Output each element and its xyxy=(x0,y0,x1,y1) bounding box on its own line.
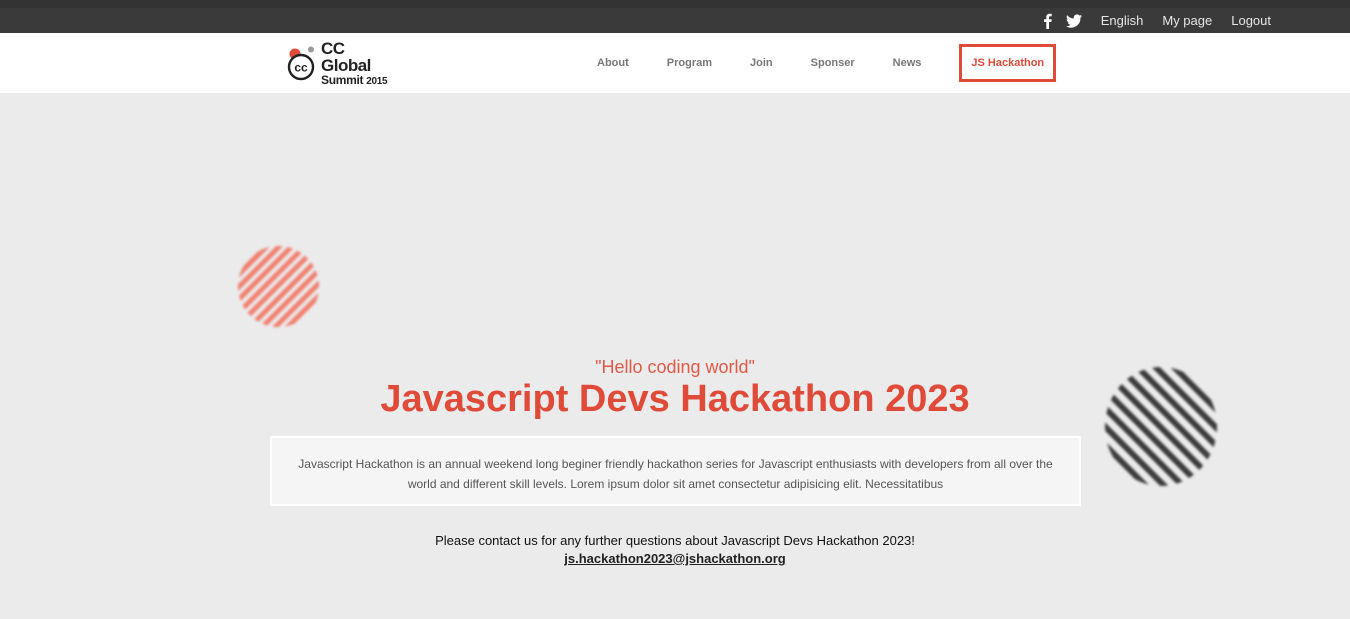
logo-line2: Summit 2015 xyxy=(321,74,397,87)
cc-logo-icon: cc xyxy=(287,45,319,81)
nav-about[interactable]: About xyxy=(597,57,629,69)
nav-js-hackathon[interactable]: JS Hackathon xyxy=(959,44,1057,82)
language-link[interactable]: English xyxy=(1101,8,1144,33)
nav-join[interactable]: Join xyxy=(750,57,773,69)
nav-news[interactable]: News xyxy=(893,57,922,69)
logout-link[interactable]: Logout xyxy=(1231,8,1271,33)
contact-section: Please contact us for any further questi… xyxy=(0,532,1350,568)
logo-text: CC Global Summit 2015 xyxy=(321,40,397,87)
svg-text:cc: cc xyxy=(294,61,308,75)
main-header: cc CC Global Summit 2015 About Program J… xyxy=(0,33,1350,93)
twitter-icon[interactable] xyxy=(1065,8,1082,33)
logo-line1: CC Global xyxy=(321,38,371,75)
hero-description: Javascript Hackathon is an annual weeken… xyxy=(270,436,1081,506)
main-nav: About Program Join Sponser News JS Hacka… xyxy=(578,33,1075,93)
logo-year: 2015 xyxy=(366,75,388,87)
nav-sponser[interactable]: Sponser xyxy=(811,57,855,69)
hero-quote: "Hello coding world" xyxy=(595,357,755,377)
top-bar: English My page Logout xyxy=(0,0,1350,33)
site-logo[interactable]: cc CC Global Summit 2015 xyxy=(287,40,397,86)
contact-email-link[interactable]: js.hackathon2023@jshackathon.org xyxy=(564,551,785,566)
facebook-icon[interactable] xyxy=(1043,8,1052,33)
logo-summit: Summit xyxy=(321,72,364,87)
contact-text: Please contact us for any further questi… xyxy=(435,533,915,548)
decorative-striped-circle-red xyxy=(238,246,319,327)
top-bar-links: English My page Logout xyxy=(1029,8,1271,33)
nav-program[interactable]: Program xyxy=(667,57,712,69)
my-page-link[interactable]: My page xyxy=(1162,8,1212,33)
hero-title: Javascript Devs Hackathon 2023 xyxy=(380,378,970,420)
